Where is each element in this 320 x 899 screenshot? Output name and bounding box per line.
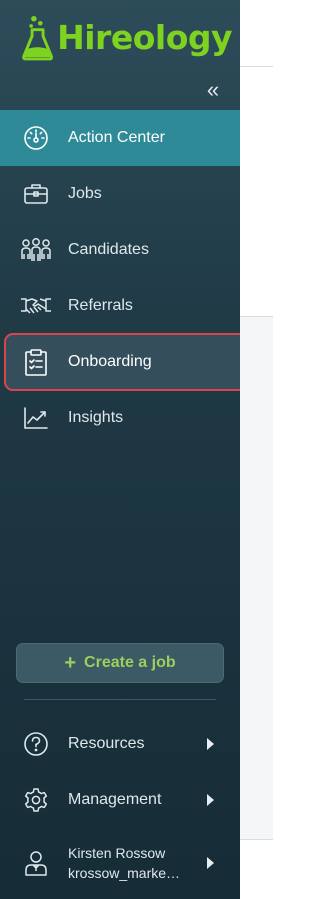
- content-footer-area: [240, 840, 273, 899]
- sidebar-item-label: Onboarding: [68, 353, 152, 370]
- sidebar-item-label: Jobs: [68, 185, 102, 202]
- sidebar-item-label: Candidates: [68, 241, 149, 258]
- caret-right-icon: [207, 738, 214, 750]
- sidebar-divider: [24, 699, 216, 700]
- people-group-icon: [20, 234, 52, 266]
- clipboard-checklist-icon: [20, 346, 52, 378]
- collapse-sidebar-button[interactable]: «: [201, 77, 225, 102]
- user-account-menu[interactable]: Kirsten Rossow krossow_marke…: [0, 835, 240, 891]
- sidebar-item-management[interactable]: Management: [0, 772, 240, 828]
- trend-chart-icon: [20, 402, 52, 434]
- user-avatar-icon: [20, 847, 52, 879]
- sidebar-item-label: Insights: [68, 409, 124, 426]
- content-header-area: [240, 0, 273, 317]
- sidebar-item-action-center[interactable]: Action Center: [0, 110, 240, 166]
- gear-icon: [20, 784, 52, 816]
- double-chevron-left-icon: «: [206, 77, 220, 102]
- create-job-button[interactable]: + Create a job: [16, 643, 224, 683]
- sidebar-item-insights[interactable]: Insights: [0, 390, 240, 446]
- content-body-area: [240, 317, 273, 840]
- sidebar-item-label: Management: [68, 791, 162, 808]
- main-content-edge: [240, 0, 273, 899]
- sidebar-item-label: Resources: [68, 735, 145, 752]
- sidebar-item-label: Action Center: [68, 129, 165, 146]
- caret-right-icon: [207, 857, 214, 869]
- sidebar-item-referrals[interactable]: Referrals: [0, 278, 240, 334]
- sidebar: Hireology « Action Center Jobs Candidate…: [0, 0, 251, 899]
- user-handle: krossow_marke…: [68, 865, 181, 881]
- user-info: Kirsten Rossow krossow_marke…: [68, 843, 188, 883]
- create-job-label: Create a job: [84, 654, 176, 671]
- content-divider: [240, 66, 273, 67]
- sidebar-item-onboarding[interactable]: Onboarding: [4, 333, 251, 391]
- plus-icon: +: [64, 652, 77, 674]
- hireology-logo[interactable]: Hireology: [22, 8, 232, 66]
- sidebar-item-candidates[interactable]: Candidates: [0, 222, 240, 278]
- flask-logo-icon: [22, 15, 53, 61]
- user-name: Kirsten Rossow: [68, 845, 166, 861]
- sidebar-item-resources[interactable]: Resources: [0, 716, 240, 772]
- caret-right-icon: [207, 794, 214, 806]
- sidebar-item-label: Referrals: [68, 297, 133, 314]
- app-page: Hireology « Action Center Jobs Candidate…: [0, 0, 273, 899]
- briefcase-icon: [20, 178, 52, 210]
- handshake-icon: [20, 290, 52, 322]
- sidebar-item-jobs[interactable]: Jobs: [0, 166, 240, 222]
- speedometer-icon: [20, 122, 52, 154]
- question-circle-icon: [20, 728, 52, 760]
- brand-name: Hireology: [57, 17, 232, 57]
